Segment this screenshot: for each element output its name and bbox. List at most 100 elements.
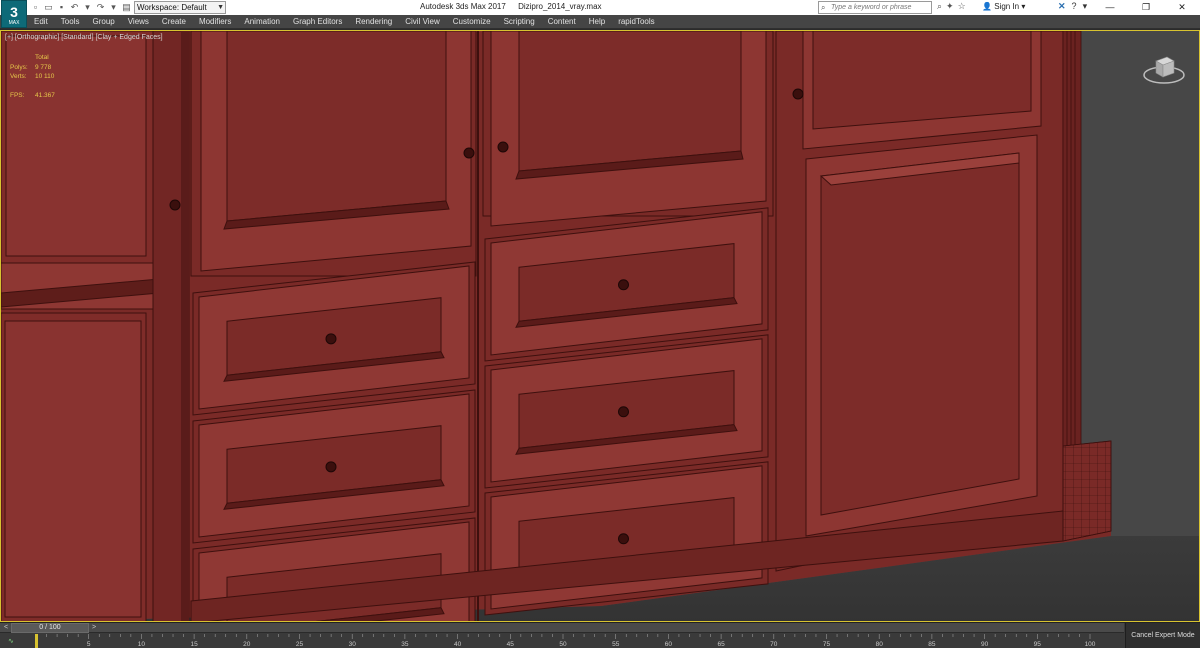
menu-scripting[interactable]: Scripting bbox=[504, 15, 535, 29]
time-slider[interactable]: < 0 / 100 > bbox=[0, 623, 1124, 633]
quick-access-toolbar: ▫ ▭ ▪ ↶ ▾ ↷ ▾ ▤ bbox=[30, 1, 132, 14]
menu-help[interactable]: Help bbox=[589, 15, 605, 29]
open-project-icon[interactable]: ▤ bbox=[121, 2, 132, 13]
chevron-down-icon: ▼ bbox=[217, 4, 224, 11]
menu-rapidtools[interactable]: rapidTools bbox=[618, 15, 654, 29]
close-icon[interactable]: ✕ bbox=[1164, 0, 1200, 15]
save-icon[interactable]: ▪ bbox=[56, 2, 67, 13]
ruler-tick-label: 45 bbox=[507, 641, 515, 648]
app-window: 3 MAX ▫ ▭ ▪ ↶ ▾ ↷ ▾ ▤ Workspace: Default… bbox=[0, 0, 1200, 648]
ruler-tick-label: 60 bbox=[665, 641, 673, 648]
menu-content[interactable]: Content bbox=[548, 15, 576, 29]
viewport-statistics: Total Polys: 9 778 Verts: 10 110 FPS: 41.36… bbox=[10, 53, 55, 100]
redo-dropdown-icon[interactable]: ▾ bbox=[108, 2, 119, 13]
title-bar: 3 MAX ▫ ▭ ▪ ↶ ▾ ↷ ▾ ▤ Workspace: Default… bbox=[0, 0, 1200, 28]
menu-rendering[interactable]: Rendering bbox=[355, 15, 392, 29]
search-input[interactable]: ⌕ Type a keyword or phrase bbox=[818, 1, 932, 14]
undo-dropdown-icon[interactable]: ▾ bbox=[82, 2, 93, 13]
time-slider-thumb[interactable]: 0 / 100 bbox=[11, 623, 89, 633]
perspective-viewport[interactable]: [+] [Orthographic] [Standard] [Clay + Ed… bbox=[0, 30, 1200, 622]
timeline-ruler: 5 10 15 20 25 30 35 40 45 50 55 60 65 70 75 80 85 90 95 100 bbox=[35, 634, 1096, 648]
ruler-tick-label: 100 bbox=[1085, 641, 1096, 648]
menu-edit[interactable]: Edit bbox=[34, 15, 48, 29]
minimize-icon[interactable]: — bbox=[1092, 0, 1128, 15]
favorites-icon[interactable]: ☆ bbox=[958, 1, 966, 12]
ruler-tick-label: 10 bbox=[138, 641, 146, 648]
current-frame-marker[interactable] bbox=[35, 634, 38, 648]
track-bar[interactable]: ∿ 5 10 15 20 25 30 35 40 45 50 55 60 65 70 75 80 85 90 95 1… bbox=[0, 634, 1124, 648]
menu-create[interactable]: Create bbox=[162, 15, 186, 29]
ruler-tick-label: 15 bbox=[190, 641, 198, 648]
menu-bar: Edit Tools Group Views Create Modifiers … bbox=[0, 15, 1200, 29]
workspace-label: Workspace: Default bbox=[137, 3, 207, 12]
ruler-tick-label: 5 bbox=[87, 641, 91, 648]
ruler-tick-label: 80 bbox=[876, 641, 884, 648]
menu-graph-editors[interactable]: Graph Editors bbox=[293, 15, 342, 29]
redo-icon[interactable]: ↷ bbox=[95, 2, 106, 13]
stats-fps-row: FPS: 41.367 bbox=[10, 91, 55, 101]
menu-customize[interactable]: Customize bbox=[453, 15, 491, 29]
drawer-knob-icon bbox=[618, 406, 629, 418]
sign-in-button[interactable]: 👤 Sign In ▾ bbox=[982, 2, 1025, 11]
file-name: Dizipro_2014_vray.max bbox=[518, 2, 602, 11]
app-menu-button[interactable]: 3 MAX bbox=[1, 0, 27, 28]
window-title: Autodesk 3ds Max 2017 Dizipro_2014_vray.… bbox=[420, 2, 612, 11]
ruler-tick-label: 20 bbox=[243, 641, 251, 648]
window-controls: — ❐ ✕ bbox=[1092, 0, 1200, 15]
titlebar-tools: ⌕ ✦ ☆ bbox=[937, 1, 966, 12]
autodesk-x-icon[interactable]: ✕ bbox=[1058, 1, 1066, 12]
chevron-down-icon: ▾ bbox=[1021, 2, 1026, 11]
open-icon[interactable]: ▭ bbox=[43, 2, 54, 13]
stats-fps-label: FPS: bbox=[10, 91, 25, 99]
ruler-tick-label: 55 bbox=[612, 641, 620, 648]
drawer-knob-icon bbox=[618, 279, 629, 291]
exchange-icon[interactable]: ✦ bbox=[946, 1, 954, 12]
search-icon: ⌕ bbox=[821, 3, 826, 12]
stats-verts-value: 10 110 bbox=[35, 73, 55, 80]
app-icon-sublabel: MAX bbox=[8, 20, 20, 26]
menu-views[interactable]: Views bbox=[128, 15, 149, 29]
ruler-tick-label: 40 bbox=[454, 641, 462, 648]
ruler-tick-label: 95 bbox=[1034, 641, 1042, 648]
undo-icon[interactable]: ↶ bbox=[69, 2, 80, 13]
cancel-expert-mode-button[interactable]: Cancel Expert Mode bbox=[1125, 623, 1200, 648]
menu-group[interactable]: Group bbox=[92, 15, 114, 29]
restore-icon[interactable]: ❐ bbox=[1128, 0, 1164, 15]
ruler-tick-label: 25 bbox=[296, 641, 304, 648]
ruler-tick-label: 85 bbox=[928, 641, 936, 648]
stats-fps-value: 41.367 bbox=[35, 91, 55, 99]
binoculars-icon[interactable]: ⌕ bbox=[937, 1, 942, 12]
menu-animation[interactable]: Animation bbox=[244, 15, 280, 29]
chevron-right-icon[interactable]: > bbox=[89, 623, 99, 633]
menu-modifiers[interactable]: Modifiers bbox=[199, 15, 231, 29]
ruler-tick-label: 30 bbox=[349, 641, 357, 648]
menu-tools[interactable]: Tools bbox=[61, 15, 80, 29]
drawer-knob-icon bbox=[325, 461, 337, 473]
ruler-tick-label: 35 bbox=[401, 641, 409, 648]
drawer-knob-icon bbox=[325, 333, 337, 345]
stats-verts-label: Verts: bbox=[10, 73, 27, 80]
drawer-knob-icon bbox=[618, 533, 629, 545]
ruler-tick-label: 75 bbox=[823, 641, 831, 648]
stats-polys-value: 9 778 bbox=[35, 63, 52, 71]
menu-civil-view[interactable]: Civil View bbox=[405, 15, 440, 29]
new-file-icon[interactable]: ▫ bbox=[30, 2, 41, 13]
ruler-tick-label: 65 bbox=[717, 641, 725, 648]
ruler-tick-label: 90 bbox=[981, 641, 989, 648]
stats-verts-row: Verts: 10 110 bbox=[10, 72, 55, 82]
chevron-left-icon[interactable]: < bbox=[1, 623, 11, 633]
ruler-tick-label: 70 bbox=[770, 641, 778, 648]
app-icon-label: 3 bbox=[10, 4, 18, 20]
search-placeholder: Type a keyword or phrase bbox=[831, 4, 912, 11]
viewport-label[interactable]: [+] [Orthographic] [Standard] [Clay + Ed… bbox=[5, 34, 163, 41]
help-icon[interactable]: ? bbox=[1072, 1, 1077, 12]
time-slider-bar: < 0 / 100 > ∿ 5 10 15 20 25 30 35 40 45 50 55 60 65 7… bbox=[0, 622, 1200, 648]
ruler-tick-label: 50 bbox=[559, 641, 567, 648]
help-dropdown-icon[interactable]: ▾ bbox=[1083, 1, 1088, 12]
stats-polys-row: Polys: 9 778 bbox=[10, 63, 55, 73]
viewcube-icon[interactable] bbox=[1143, 53, 1185, 85]
sign-in-label: Sign In bbox=[994, 2, 1020, 11]
workspace-dropdown[interactable]: Workspace: Default ▼ bbox=[134, 1, 226, 14]
stats-polys-label: Polys: bbox=[10, 63, 28, 71]
user-icon: 👤 bbox=[982, 2, 992, 11]
